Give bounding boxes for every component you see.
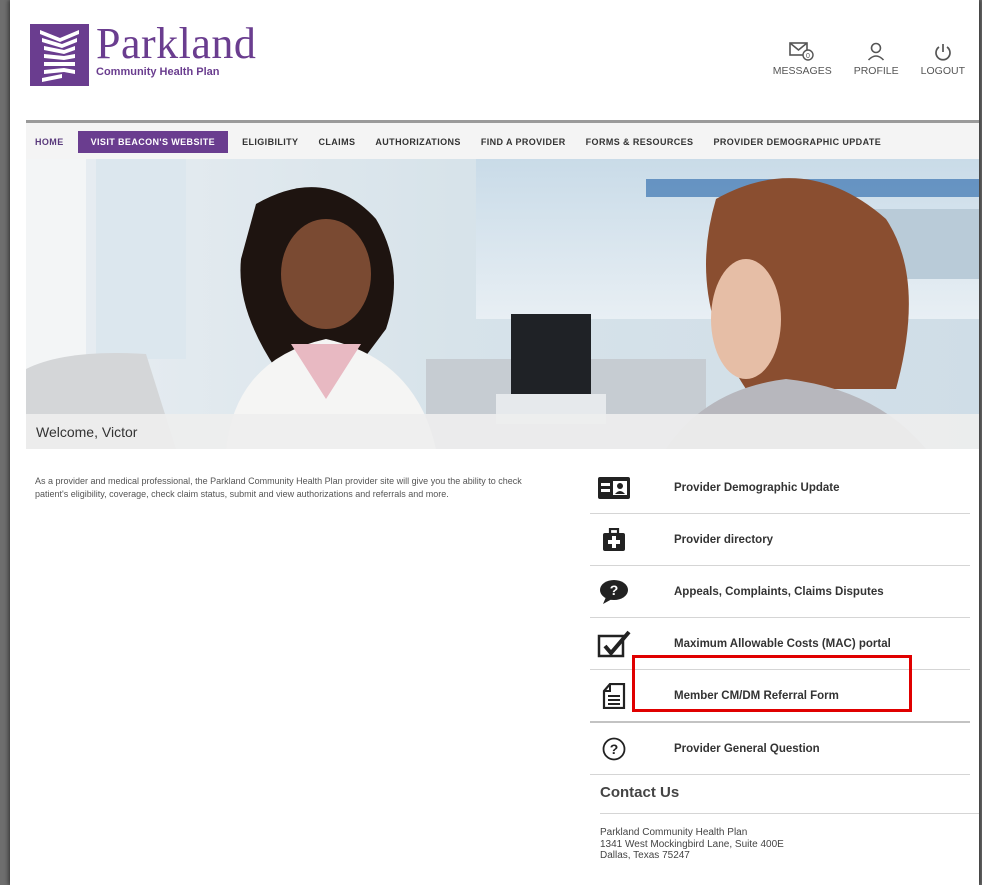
messages-label: MESSAGES (772, 65, 832, 77)
contact-line: Parkland Community Health Plan (600, 827, 748, 838)
page-frame: Parkland Community Health Plan 0 MESSAGE… (10, 0, 979, 885)
id-card-icon (590, 476, 638, 499)
question-circle-icon: ? (590, 737, 638, 761)
nav-claims[interactable]: CLAIMS (308, 123, 365, 161)
welcome-text: Welcome, Victor (36, 424, 138, 440)
medical-kit-icon (590, 527, 638, 552)
link-label: Member CM/DM Referral Form (674, 689, 839, 702)
link-provider-demographic-update[interactable]: Provider Demographic Update (590, 462, 970, 514)
link-member-cm-dm-referral-form[interactable]: Member CM/DM Referral Form (590, 670, 970, 723)
link-label: Maximum Allowable Costs (MAC) portal (674, 637, 891, 650)
link-provider-general-question[interactable]: ? Provider General Question (590, 723, 970, 775)
checkbox-icon (590, 629, 638, 659)
nav-home[interactable]: HOME (26, 123, 78, 170)
user-icon (867, 38, 885, 62)
logout-label: LOGOUT (920, 65, 965, 77)
quick-links: Provider Demographic Update Provider dir… (590, 462, 970, 775)
link-label: Provider directory (674, 533, 774, 546)
nav-forms-resources[interactable]: FORMS & RESOURCES (576, 123, 704, 161)
logout-button[interactable]: LOGOUT (921, 38, 965, 77)
power-icon (934, 38, 952, 62)
nav-provider-demographic-update[interactable]: PROVIDER DEMOGRAPHIC UPDATE (703, 123, 891, 161)
nav-authorizations[interactable]: AUTHORIZATIONS (365, 123, 470, 161)
contact-line: 1341 West Mockingbird Lane, Suite 400E (600, 838, 784, 850)
nav-eligibility[interactable]: ELIGIBILITY (232, 123, 308, 161)
main-nav: HOME VISIT BEACON'S WEBSITE ELIGIBILITY … (26, 120, 979, 170)
messages-button[interactable]: 0 MESSAGES (773, 38, 832, 77)
link-label: Provider General Question (674, 742, 820, 755)
contact-line: Dallas, Texas 75247 (600, 850, 690, 861)
logo[interactable]: Parkland Community Health Plan (30, 20, 256, 86)
nav-visit-beacon[interactable]: VISIT BEACON'S WEBSITE (77, 131, 229, 153)
logo-mark (30, 24, 89, 86)
welcome-bar: Welcome, Victor (26, 414, 979, 449)
nav-find-provider[interactable]: FIND A PROVIDER (471, 123, 576, 161)
contact-address: Parkland Community Health Plan 1341 West… (600, 827, 784, 862)
link-label: Appeals, Complaints, Claims Disputes (674, 585, 884, 598)
link-provider-directory[interactable]: Provider directory (590, 514, 970, 566)
messages-badge: 0 (806, 53, 810, 60)
intro-text: As a provider and medical professional, … (35, 476, 522, 499)
envelope-icon: 0 (789, 38, 815, 62)
brand-name: Parkland (96, 19, 257, 68)
svg-text:?: ? (610, 741, 619, 757)
link-label: Provider Demographic Update (674, 481, 840, 494)
profile-button[interactable]: PROFILE (854, 38, 899, 77)
profile-label: PROFILE (853, 65, 899, 77)
svg-text:?: ? (610, 582, 619, 598)
contact-title: Contact Us (600, 784, 680, 801)
document-icon (590, 682, 638, 709)
divider (600, 813, 979, 814)
question-bubble-icon: ? (590, 579, 638, 605)
link-appeals-complaints[interactable]: ? Appeals, Complaints, Claims Disputes (590, 566, 970, 618)
link-mac-portal[interactable]: Maximum Allowable Costs (MAC) portal (590, 618, 970, 670)
hero-image (26, 159, 979, 449)
